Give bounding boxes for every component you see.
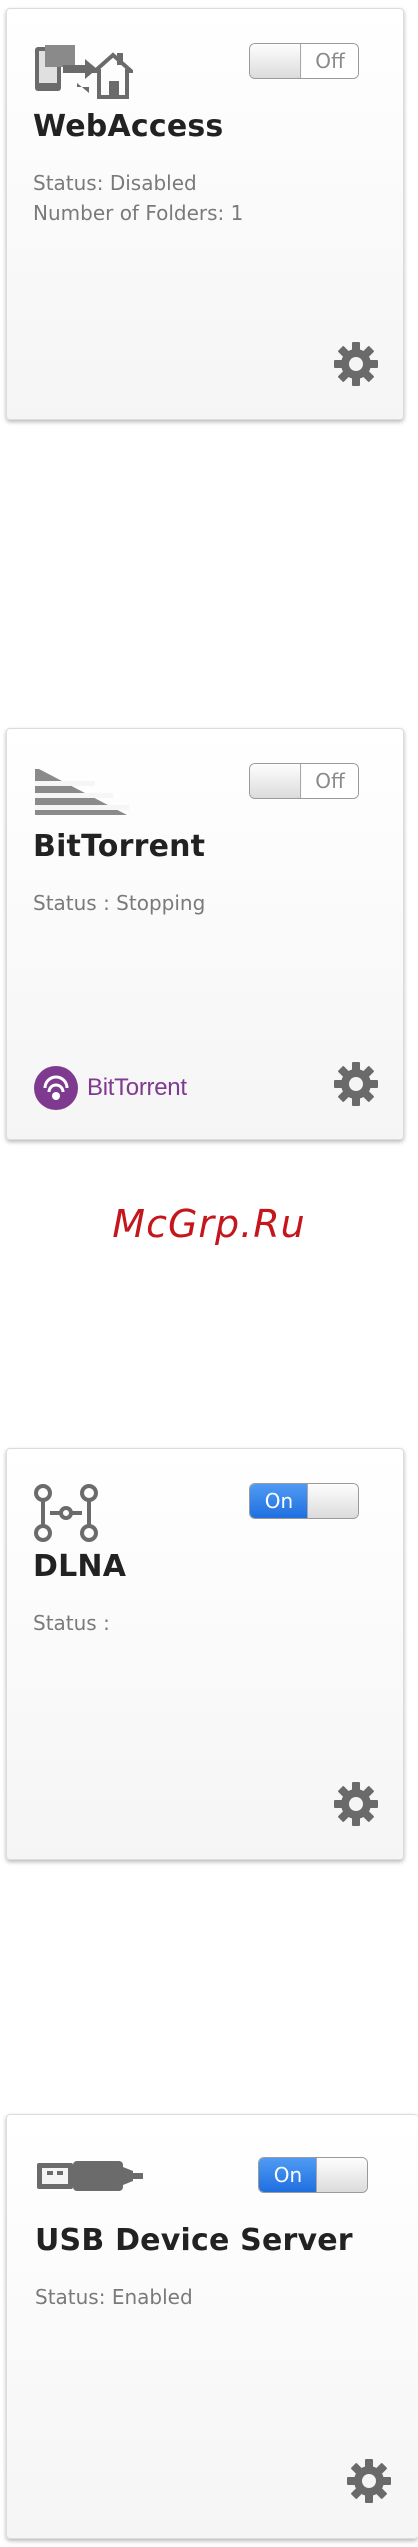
toggle-label: Off (302, 44, 358, 78)
toggle-knob (316, 2158, 367, 2192)
usb-device-server-card: On USB Device Server Status: Enabled (6, 2114, 418, 2539)
toggle-knob (250, 44, 301, 78)
card-title: USB Device Server (35, 2223, 353, 2258)
toggle-label: On (250, 1484, 308, 1518)
bittorrent-brand: BitTorrent (33, 1065, 187, 1111)
gear-icon[interactable] (346, 2458, 392, 2508)
bittorrent-card: Off BitTorrent Status : Stopping BitTorr… (6, 728, 404, 1140)
bittorrent-toggle[interactable]: Off (249, 763, 359, 799)
toggle-label: Off (302, 764, 358, 798)
usb-icon (35, 2157, 145, 2201)
card-title: BitTorrent (33, 829, 206, 864)
dlna-icon (33, 1483, 103, 1547)
toggle-knob (250, 764, 301, 798)
status-text: Status : (33, 1611, 110, 1635)
bittorrent-icon (33, 763, 133, 827)
watermark-text: McGrp.Ru (112, 1202, 306, 1246)
bittorrent-brand-label: BitTorrent (87, 1074, 187, 1101)
dlna-card: On DLNA Status : (6, 1448, 404, 1860)
status-text: Status: Disabled (33, 171, 197, 195)
card-title: WebAccess (33, 109, 224, 144)
gear-icon[interactable] (333, 341, 379, 391)
gear-icon[interactable] (333, 1781, 379, 1831)
dlna-toggle[interactable]: On (249, 1483, 359, 1519)
status-text: Status : Stopping (33, 891, 206, 915)
webaccess-card: Off WebAccess Status: Disabled Number of… (6, 8, 404, 420)
card-title: DLNA (33, 1549, 127, 1584)
gear-icon[interactable] (333, 1061, 379, 1111)
webaccess-toggle[interactable]: Off (249, 43, 359, 79)
usb-device-server-toggle[interactable]: On (258, 2157, 368, 2193)
toggle-knob (307, 1484, 358, 1518)
bittorrent-logo-icon (34, 1066, 78, 1110)
status-text: Status: Enabled (35, 2285, 193, 2309)
toggle-label: On (259, 2158, 317, 2192)
folders-text: Number of Folders: 1 (33, 201, 244, 225)
webaccess-icon (33, 43, 137, 107)
